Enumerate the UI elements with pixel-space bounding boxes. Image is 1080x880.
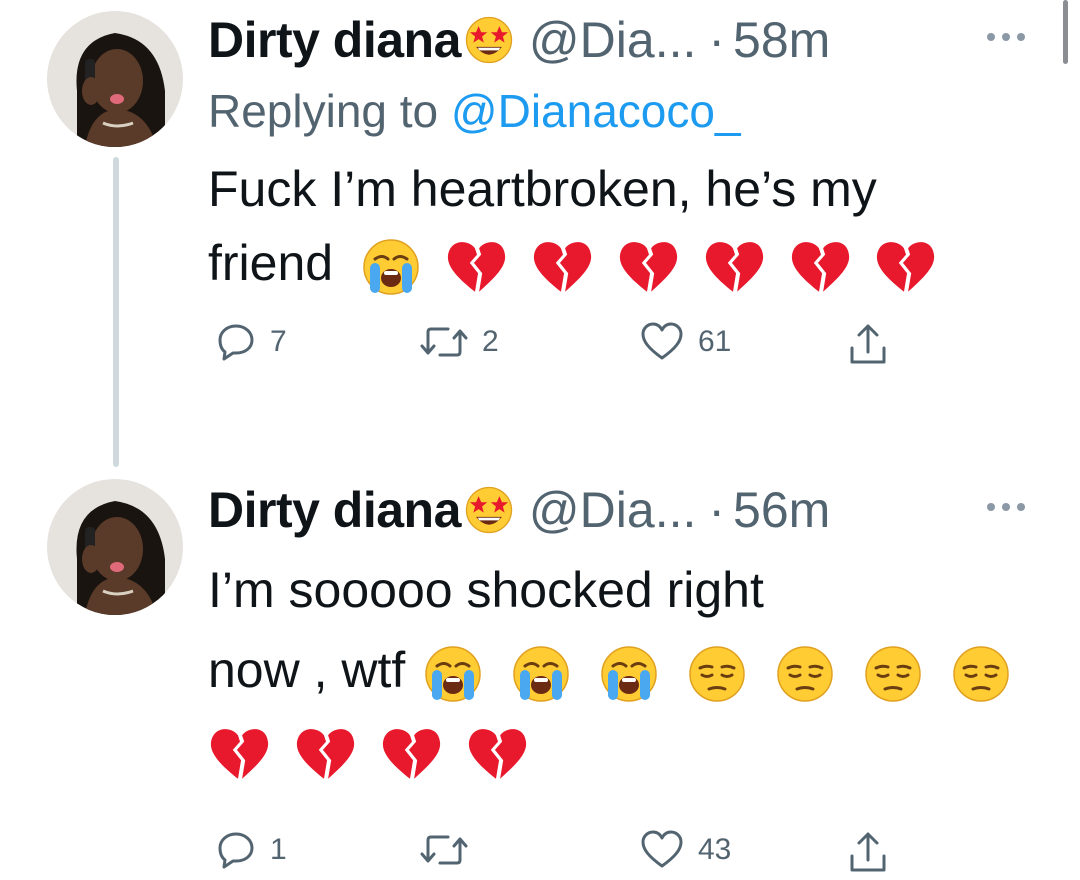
broken-heart-emoji — [531, 238, 593, 296]
tweet-content: Dirty diana @Dia... · 58m Replying to @D… — [208, 0, 1050, 372]
tweet-header: Dirty diana @Dia... · 56m — [208, 470, 1050, 550]
like-count: 43 — [698, 833, 732, 866]
heart-icon — [641, 322, 683, 360]
like-button[interactable]: 61 — [640, 322, 731, 362]
retweet-icon — [420, 327, 468, 357]
share-icon — [850, 832, 886, 872]
tweet-text-line: I’m sooooo shocked right — [208, 562, 764, 618]
separator-dot: · — [708, 12, 726, 68]
retweet-icon — [420, 835, 468, 865]
heart-icon — [641, 830, 683, 868]
tweet-text-line: Fuck I’m heartbroken, he’s my — [208, 161, 877, 217]
retweet-button[interactable]: 2 — [420, 322, 499, 362]
tweet-content: Dirty diana @Dia... · 56m I’m sooooo sho… — [208, 470, 1050, 880]
tweet-emoji-line — [208, 710, 1050, 790]
separator-dot: · — [708, 482, 726, 538]
tweet-2[interactable]: Dirty diana @Dia... · 56m I’m sooooo sho… — [0, 470, 1080, 879]
tweet-text-line: now , wtf — [208, 642, 406, 698]
tweet-header: Dirty diana @Dia... · 58m — [208, 0, 1050, 80]
avatar[interactable] — [47, 479, 183, 615]
tweet-text: Fuck I’m heartbroken, he’s my friend — [208, 152, 1050, 300]
pensive-face-emoji — [687, 644, 747, 704]
broken-heart-emoji — [208, 725, 270, 783]
share-icon — [850, 324, 886, 364]
reply-icon — [218, 324, 254, 361]
broken-heart-emoji — [445, 238, 507, 296]
broken-heart-emoji — [703, 238, 765, 296]
display-name[interactable]: Dirty diana — [208, 11, 461, 69]
tweet-text-line-with-emojis: friend — [208, 226, 1050, 300]
replying-to-line: Replying to @Dianacoco_ — [208, 84, 1050, 138]
avatar[interactable] — [47, 11, 183, 147]
broken-heart-emoji — [617, 238, 679, 296]
tweet-actions: 1 43 — [208, 830, 1050, 880]
user-handle[interactable]: @Dia... — [529, 481, 696, 539]
loudly-crying-face-emoji — [361, 237, 421, 297]
more-options-icon[interactable] — [984, 500, 1028, 514]
tweet-text-line: friend — [208, 235, 334, 291]
display-name[interactable]: Dirty diana — [208, 481, 461, 539]
replying-to-mention-link[interactable]: @Dianacoco_ — [451, 85, 741, 137]
reply-count: 7 — [270, 325, 287, 358]
pensive-face-emoji — [863, 644, 923, 704]
retweet-count: 2 — [482, 325, 499, 358]
retweet-button[interactable] — [420, 830, 482, 870]
reply-button[interactable]: 1 — [216, 830, 287, 870]
like-count: 61 — [698, 325, 732, 358]
tweet-text-line-with-emojis: now , wtf — [208, 630, 1050, 710]
share-button[interactable] — [848, 830, 888, 874]
replying-to-label: Replying to — [208, 85, 451, 137]
loudly-crying-face-emoji — [423, 644, 483, 704]
broken-heart-emoji — [789, 238, 851, 296]
pensive-face-emoji — [775, 644, 835, 704]
tweet-text: I’m sooooo shocked right now , wtf — [208, 550, 1050, 790]
more-options-icon[interactable] — [984, 30, 1028, 44]
broken-heart-emoji — [380, 725, 442, 783]
pensive-face-emoji — [951, 644, 1011, 704]
user-handle[interactable]: @Dia... — [529, 11, 696, 69]
loudly-crying-face-emoji — [599, 644, 659, 704]
tweet-actions: 7 2 61 — [208, 322, 1050, 372]
broken-heart-emoji — [874, 238, 936, 296]
broken-heart-emoji — [294, 725, 356, 783]
loudly-crying-face-emoji — [511, 644, 571, 704]
timestamp[interactable]: 56m — [733, 481, 830, 539]
reply-count: 1 — [270, 833, 287, 866]
broken-heart-emoji — [466, 725, 528, 783]
thread-connector-line — [113, 157, 119, 467]
star-struck-emoji — [463, 14, 515, 66]
timestamp[interactable]: 58m — [733, 11, 830, 69]
like-button[interactable]: 43 — [640, 830, 731, 870]
tweet-1[interactable]: Dirty diana @Dia... · 58m Replying to @D… — [0, 0, 1080, 470]
star-struck-emoji — [463, 484, 515, 536]
share-button[interactable] — [848, 322, 888, 366]
reply-icon — [218, 832, 254, 869]
reply-button[interactable]: 7 — [216, 322, 287, 362]
